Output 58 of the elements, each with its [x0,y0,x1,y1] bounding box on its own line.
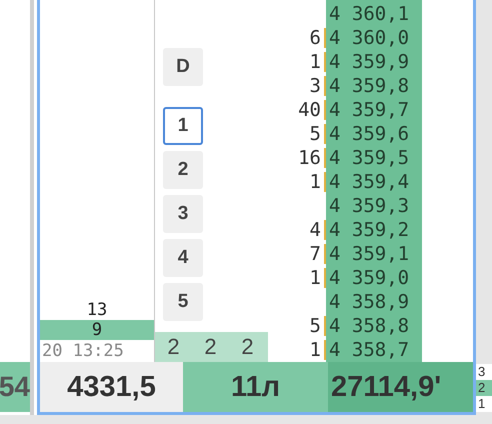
price-cell-text: 4 359,1 [328,242,410,266]
counter: 2 [166,333,181,361]
trade-time: 20 13:25 [41,340,125,362]
volume-marker [324,52,326,72]
trade-row: 9 [40,320,154,340]
scale-button[interactable]: 4 [163,239,203,277]
scale-button[interactable]: 3 [163,195,203,233]
volume-cell-text: 5 [310,122,322,146]
amount-value: 27114,9' [328,362,473,412]
volume-marker [324,100,326,120]
volume-cell-text: 1 [310,170,322,194]
counter: 2 [240,333,255,361]
volume-cell-text: 1 [310,50,322,74]
volume-cell-text: 40 [298,98,322,122]
price-cell-text: 4 359,9 [328,50,410,74]
volume-cell-text: 5 [310,314,322,338]
volume-cell-text: 1 [310,266,322,290]
volume-cell-text: 7 [310,242,322,266]
price-cell-text: 4 359,5 [328,146,410,170]
price-cell-text: 4 359,6 [328,122,410,146]
volume-marker [324,220,326,240]
scale-button[interactable]: D [163,48,203,86]
price-cell-text: 4 358,9 [328,290,410,314]
volume-marker [324,28,326,48]
volume-cell-text: 16 [298,146,322,170]
counter: 2 [203,333,218,361]
last-price: 4331,5 [40,362,183,412]
scale-button[interactable]: 2 [163,151,203,189]
volume-marker [324,244,326,264]
price-cell-text: 4 360,0 [328,26,410,50]
volume-marker [324,340,326,360]
volume-cell-text: 4 [310,218,322,242]
price-cell-text: 4 359,8 [328,74,410,98]
price-cell-text: 4 359,0 [328,266,410,290]
volume-marker [324,124,326,144]
volume-cell-text: 1 [310,338,322,362]
volume-marker [324,316,326,336]
price-cell-text: 4 359,7 [328,98,410,122]
fragment-cell: 3 [476,364,492,380]
price-cell-text: 4 359,2 [328,218,410,242]
volume-marker [324,76,326,96]
scale-button[interactable]: 1 [163,107,203,145]
volume-marker [324,148,326,168]
volume-cell-text: 3 [310,74,322,98]
price-cell-text: 4 360,1 [328,2,410,26]
price-cell-text: 4 359,3 [328,194,410,218]
price-cell-text: 4 358,7 [328,338,410,362]
price-cell-text: 4 358,8 [328,314,410,338]
price-cell-text: 4 359,4 [328,170,410,194]
value-cell: 54 [0,362,30,412]
position-value: 11л [183,362,328,412]
fragment-cell: 1 [476,396,492,412]
volume-cell-text: 6 [310,26,322,50]
scale-button[interactable]: 5 [163,283,203,321]
fragment-cell: 2 [476,380,492,396]
trade-row-text: 13 [86,300,108,320]
volume-marker [324,268,326,288]
volume-marker [324,172,326,192]
